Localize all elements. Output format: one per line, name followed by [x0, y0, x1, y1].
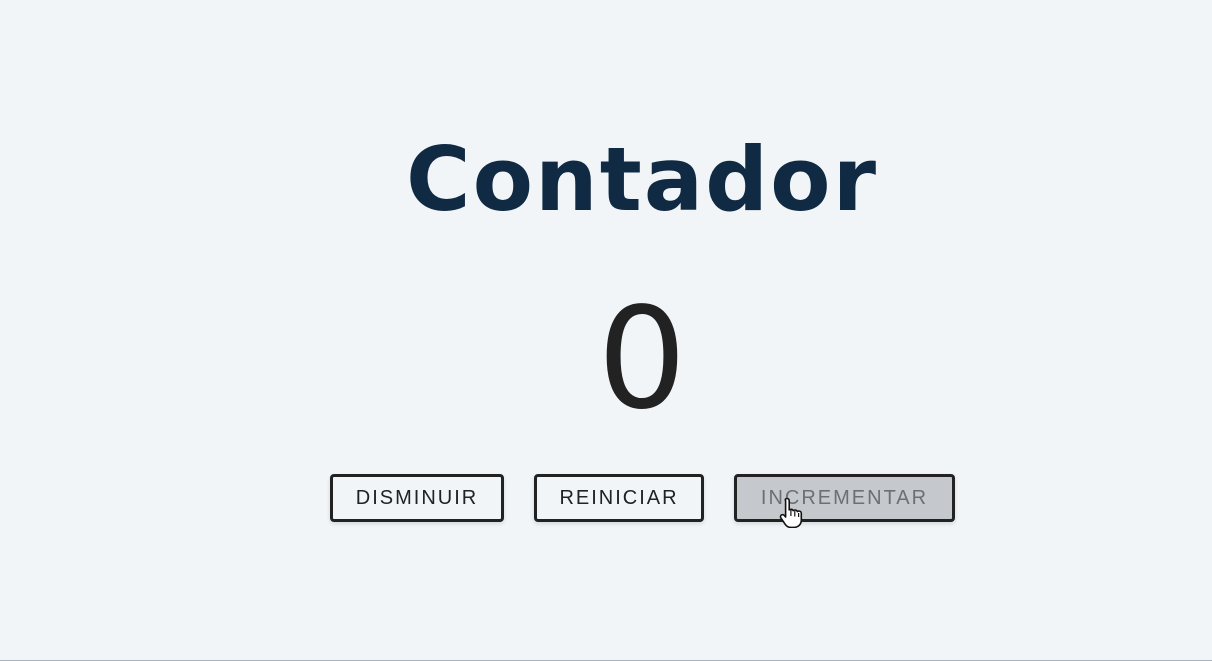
decrease-button[interactable]: DISMINUIR — [330, 474, 504, 522]
page-title: Contador — [406, 128, 878, 231]
counter-page: Contador 0 DISMINUIR REINICIAR INCREMENT… — [0, 0, 1212, 660]
reset-button[interactable]: REINICIAR — [534, 474, 704, 522]
increase-button[interactable]: INCREMENTAR — [734, 474, 955, 522]
counter-value: 0 — [597, 278, 687, 441]
